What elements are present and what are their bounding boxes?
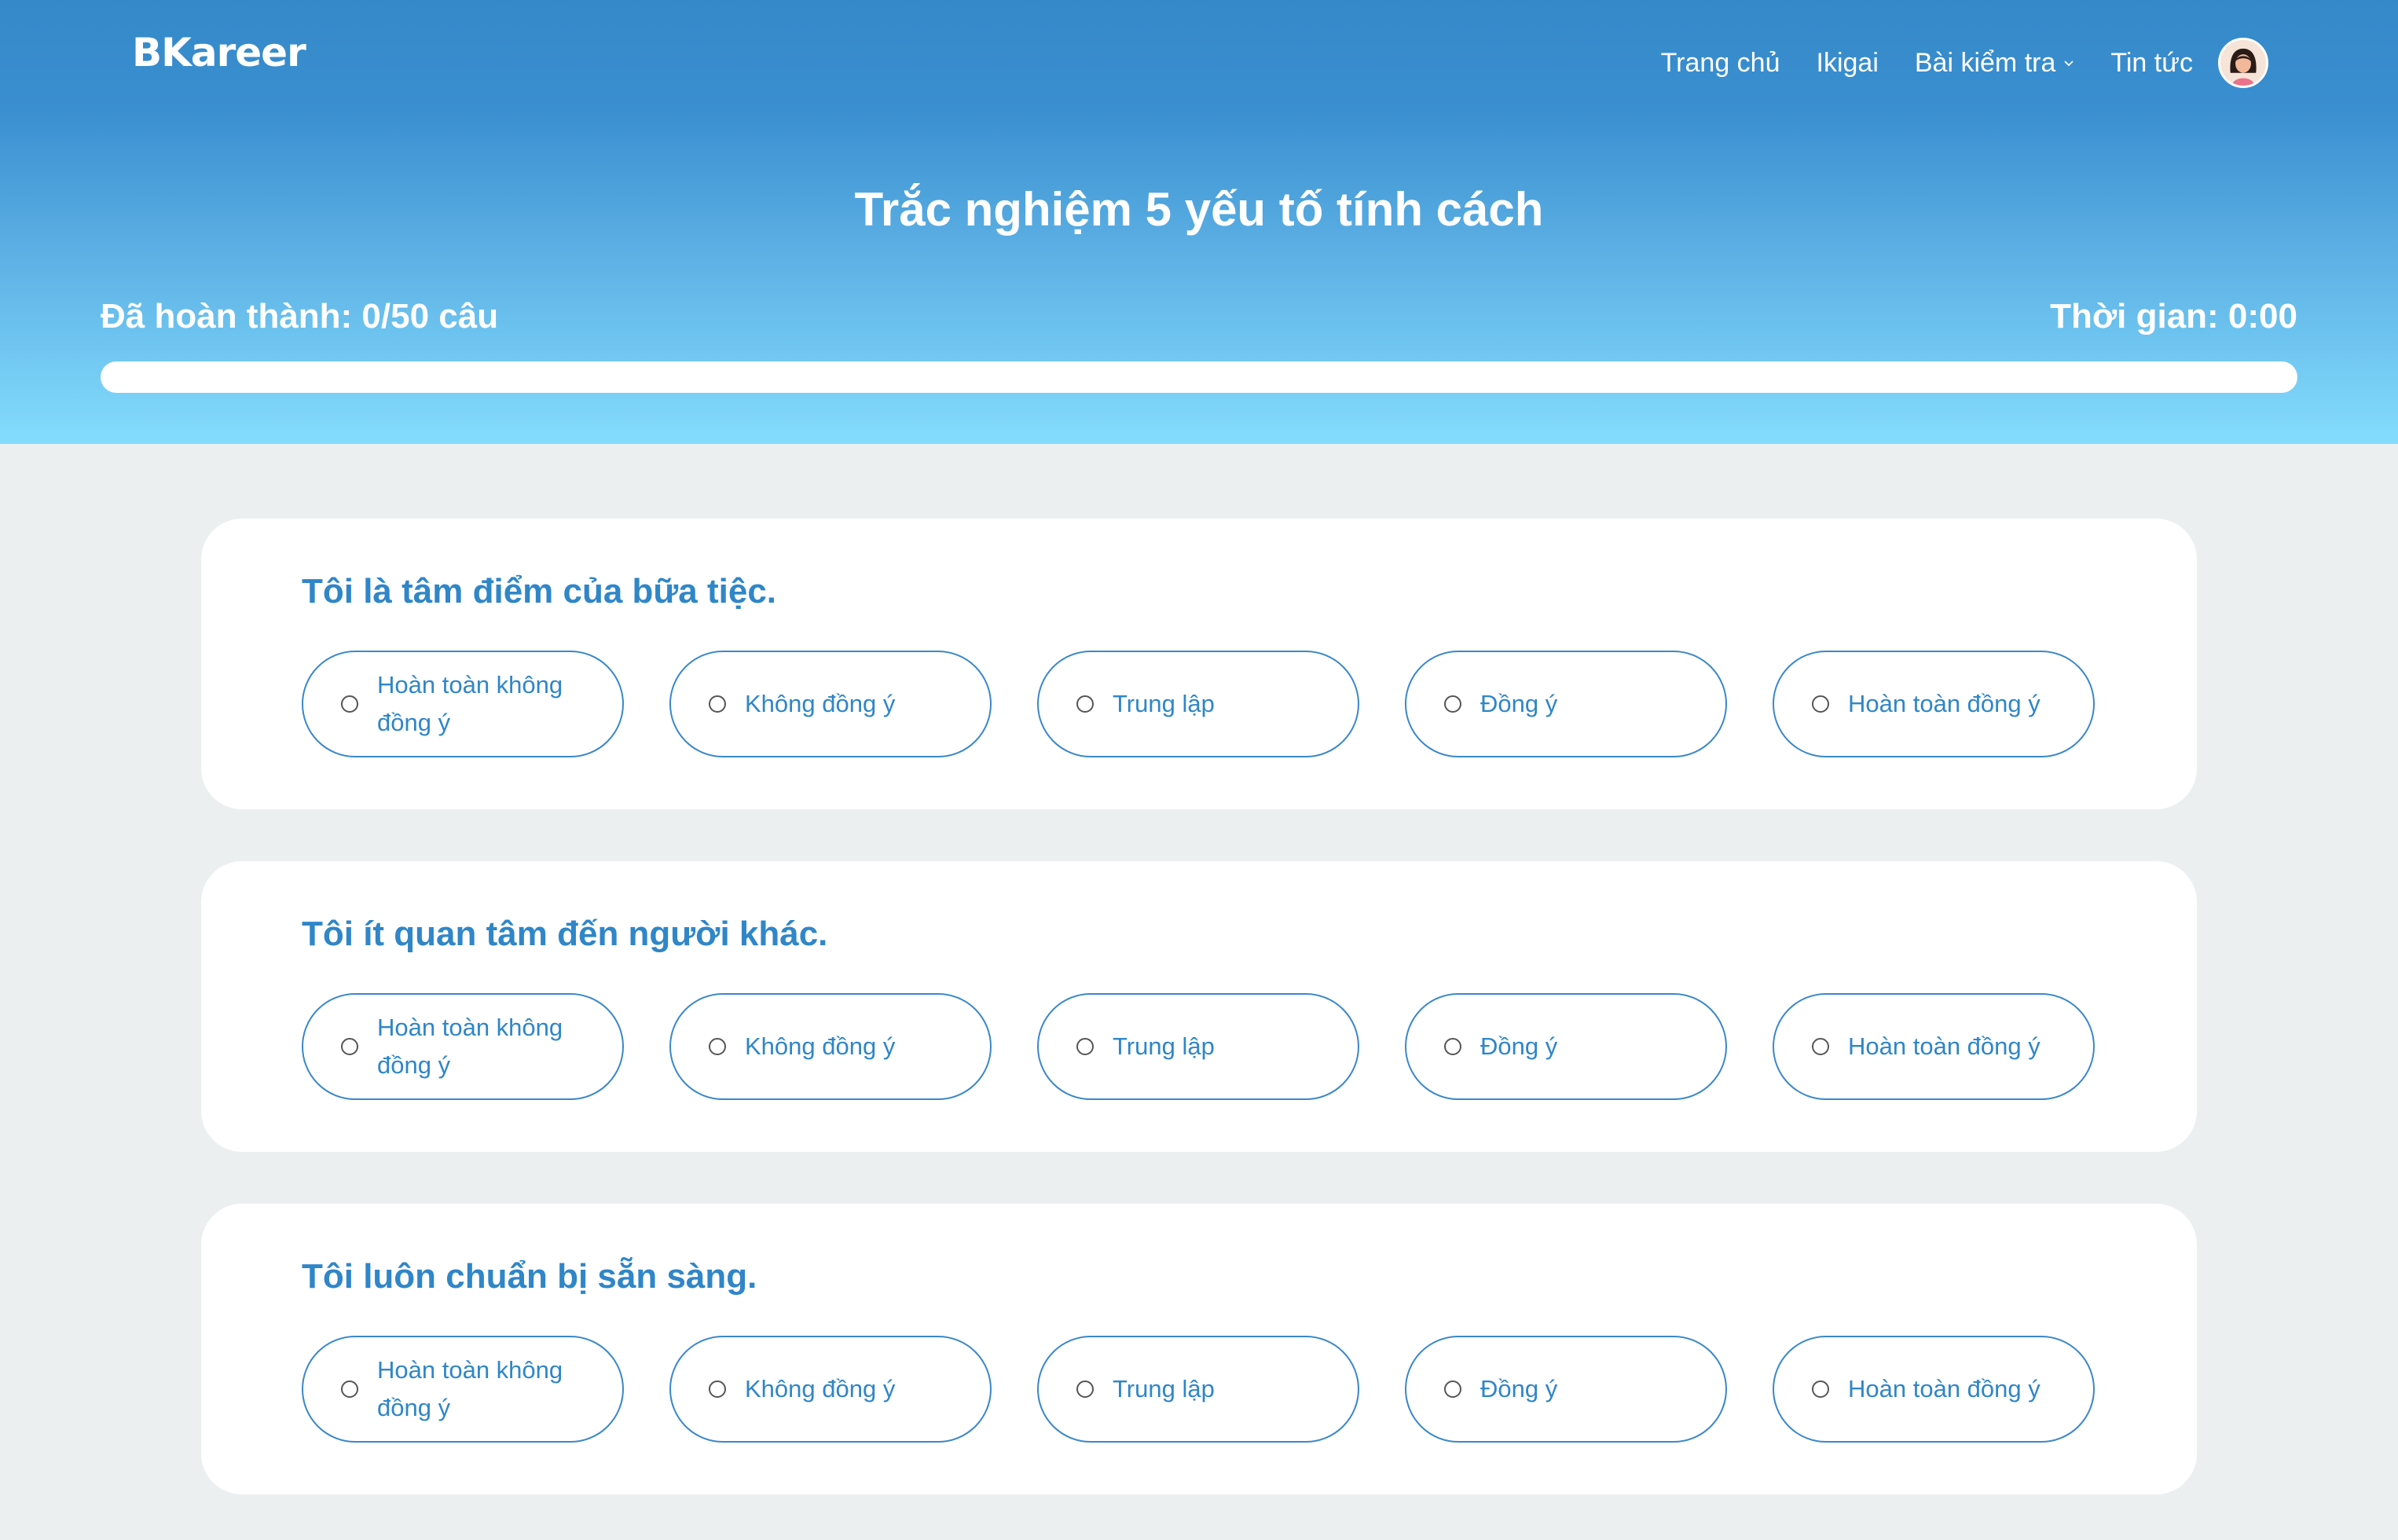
radio-icon[interactable] — [1444, 1380, 1461, 1398]
option-strongly-disagree[interactable]: Hoàn toàn không đồng ý — [302, 993, 624, 1100]
option-label: Không đồng ý — [745, 1375, 896, 1402]
radio-icon[interactable] — [1076, 1380, 1094, 1398]
progress-counter: Đã hoàn thành: 0/50 câu — [101, 297, 499, 336]
nav-item-ikigai-label: Ikigai — [1816, 47, 1879, 78]
radio-icon[interactable] — [1444, 695, 1461, 713]
radio-icon[interactable] — [1076, 695, 1094, 713]
option-label: Hoàn toàn đồng ý — [1848, 690, 2040, 717]
option-label: Không đồng ý — [745, 690, 896, 717]
nav-item-ikigai[interactable]: Ikigai — [1817, 48, 1879, 79]
radio-icon[interactable] — [341, 1380, 358, 1398]
option-agree[interactable]: Đồng ý — [1405, 651, 1727, 757]
chevron-down-icon — [2064, 60, 2074, 67]
radio-icon[interactable] — [1812, 695, 1829, 713]
header-hero: BKareer Trang chủ Ikigai Bài kiểm tra Ti… — [0, 0, 2398, 444]
option-label: Hoàn toàn không đồng ý — [377, 1356, 563, 1421]
option-agree[interactable]: Đồng ý — [1405, 1336, 1727, 1443]
question-card: Tôi luôn chuẩn bị sẵn sàng. Hoàn toàn kh… — [201, 1204, 2197, 1494]
radio-icon[interactable] — [709, 695, 726, 713]
page-title: Trắc nghiệm 5 yếu tố tính cách — [854, 183, 1544, 236]
radio-icon[interactable] — [709, 1038, 726, 1055]
option-agree[interactable]: Đồng ý — [1405, 993, 1727, 1100]
question-card: Tôi ít quan tâm đến người khác. Hoàn toà… — [201, 861, 2197, 1152]
question-text: Tôi luôn chuẩn bị sẵn sàng. — [302, 1257, 757, 1296]
option-label: Hoàn toàn đồng ý — [1848, 1375, 2040, 1402]
answer-options: Hoàn toàn không đồng ý Không đồng ý Trun… — [302, 1336, 2095, 1443]
radio-icon[interactable] — [709, 1380, 726, 1398]
option-label: Trung lập — [1113, 1032, 1215, 1060]
radio-icon[interactable] — [1076, 1038, 1094, 1055]
timer: Thời gian: 0:00 — [2050, 297, 2297, 336]
option-disagree[interactable]: Không đồng ý — [669, 993, 992, 1100]
option-label: Không đồng ý — [745, 1032, 896, 1060]
option-disagree[interactable]: Không đồng ý — [669, 651, 992, 757]
question-text: Tôi ít quan tâm đến người khác. — [302, 915, 828, 953]
progress-bar — [101, 361, 2297, 393]
question-text: Tôi là tâm điểm của bữa tiệc. — [302, 572, 777, 610]
option-label: Hoàn toàn đồng ý — [1848, 1032, 2040, 1060]
option-neutral[interactable]: Trung lập — [1037, 1336, 1359, 1443]
option-label: Trung lập — [1113, 1375, 1215, 1402]
top-nav: Trang chủ Ikigai Bài kiểm tra Tin tức — [1625, 35, 2268, 91]
answer-options: Hoàn toàn không đồng ý Không đồng ý Trun… — [302, 993, 2095, 1100]
option-strongly-agree[interactable]: Hoàn toàn đồng ý — [1773, 993, 2095, 1100]
radio-icon[interactable] — [341, 695, 358, 713]
nav-item-tests-label: Bài kiểm tra — [1914, 47, 2056, 78]
answer-options: Hoàn toàn không đồng ý Không đồng ý Trun… — [302, 651, 2095, 757]
radio-icon[interactable] — [1812, 1038, 1829, 1055]
nav-item-news[interactable]: Tin tức — [2110, 48, 2193, 79]
option-neutral[interactable]: Trung lập — [1037, 651, 1359, 757]
nav-item-news-label: Tin tức — [2110, 47, 2193, 78]
quiz-page: BKareer Trang chủ Ikigai Bài kiểm tra Ti… — [0, 0, 2398, 1540]
option-label: Đồng ý — [1480, 1032, 1558, 1060]
option-label: Đồng ý — [1480, 1375, 1558, 1402]
nav-item-home-label: Trang chủ — [1660, 47, 1780, 78]
option-strongly-agree[interactable]: Hoàn toàn đồng ý — [1773, 651, 2095, 757]
radio-icon[interactable] — [1812, 1380, 1829, 1398]
option-strongly-agree[interactable]: Hoàn toàn đồng ý — [1773, 1336, 2095, 1443]
option-label: Hoàn toàn không đồng ý — [377, 1014, 563, 1079]
option-label: Hoàn toàn không đồng ý — [377, 671, 563, 736]
option-label: Trung lập — [1113, 690, 1215, 717]
option-strongly-disagree[interactable]: Hoàn toàn không đồng ý — [302, 1336, 624, 1443]
nav-item-home[interactable]: Trang chủ — [1661, 48, 1780, 79]
nav-item-tests[interactable]: Bài kiểm tra — [1915, 48, 2075, 79]
brand-logo[interactable]: BKareer — [132, 30, 306, 75]
radio-icon[interactable] — [1444, 1038, 1461, 1055]
option-neutral[interactable]: Trung lập — [1037, 993, 1359, 1100]
radio-icon[interactable] — [341, 1038, 358, 1055]
user-avatar-icon[interactable] — [2218, 38, 2268, 88]
question-card: Tôi là tâm điểm của bữa tiệc. Hoàn toàn … — [201, 519, 2197, 809]
option-strongly-disagree[interactable]: Hoàn toàn không đồng ý — [302, 651, 624, 757]
option-label: Đồng ý — [1480, 690, 1558, 717]
option-disagree[interactable]: Không đồng ý — [669, 1336, 992, 1443]
